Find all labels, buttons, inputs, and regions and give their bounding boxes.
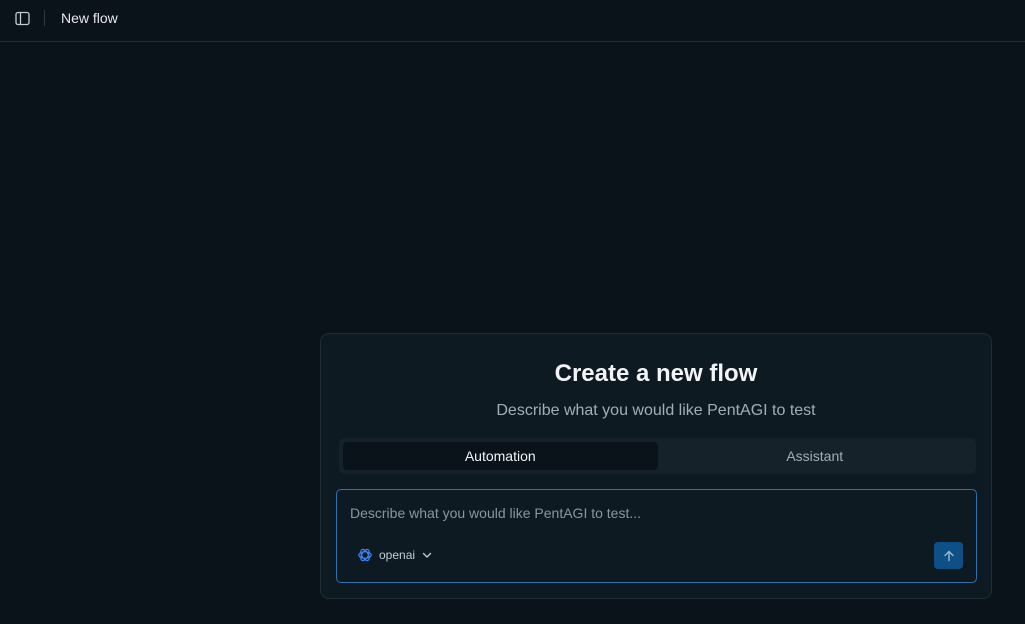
tab-automation[interactable]: Automation [343,442,658,470]
tab-assistant[interactable]: Assistant [658,442,973,470]
send-button[interactable] [934,542,963,569]
prompt-composer: Describe what you would like PentAGI to … [336,489,977,583]
sidebar-toggle-button[interactable] [13,9,31,27]
page-title: New flow [61,10,118,26]
mode-tabs: Automation Assistant [339,438,976,474]
header-divider [44,10,45,26]
prompt-input[interactable]: Describe what you would like PentAGI to … [350,503,960,523]
arrow-up-icon [943,550,954,561]
sidebar-panel-icon [14,11,30,25]
chevron-down-icon [422,552,432,558]
card-title: Create a new flow [554,360,758,387]
create-flow-card: Create a new flow Describe what you woul… [320,333,992,599]
card-subtitle: Describe what you would like PentAGI to … [496,402,816,419]
provider-select[interactable]: openai [357,546,433,564]
provider-label: openai [379,548,416,562]
openai-icon [358,548,372,562]
top-bar: New flow [0,0,1025,42]
